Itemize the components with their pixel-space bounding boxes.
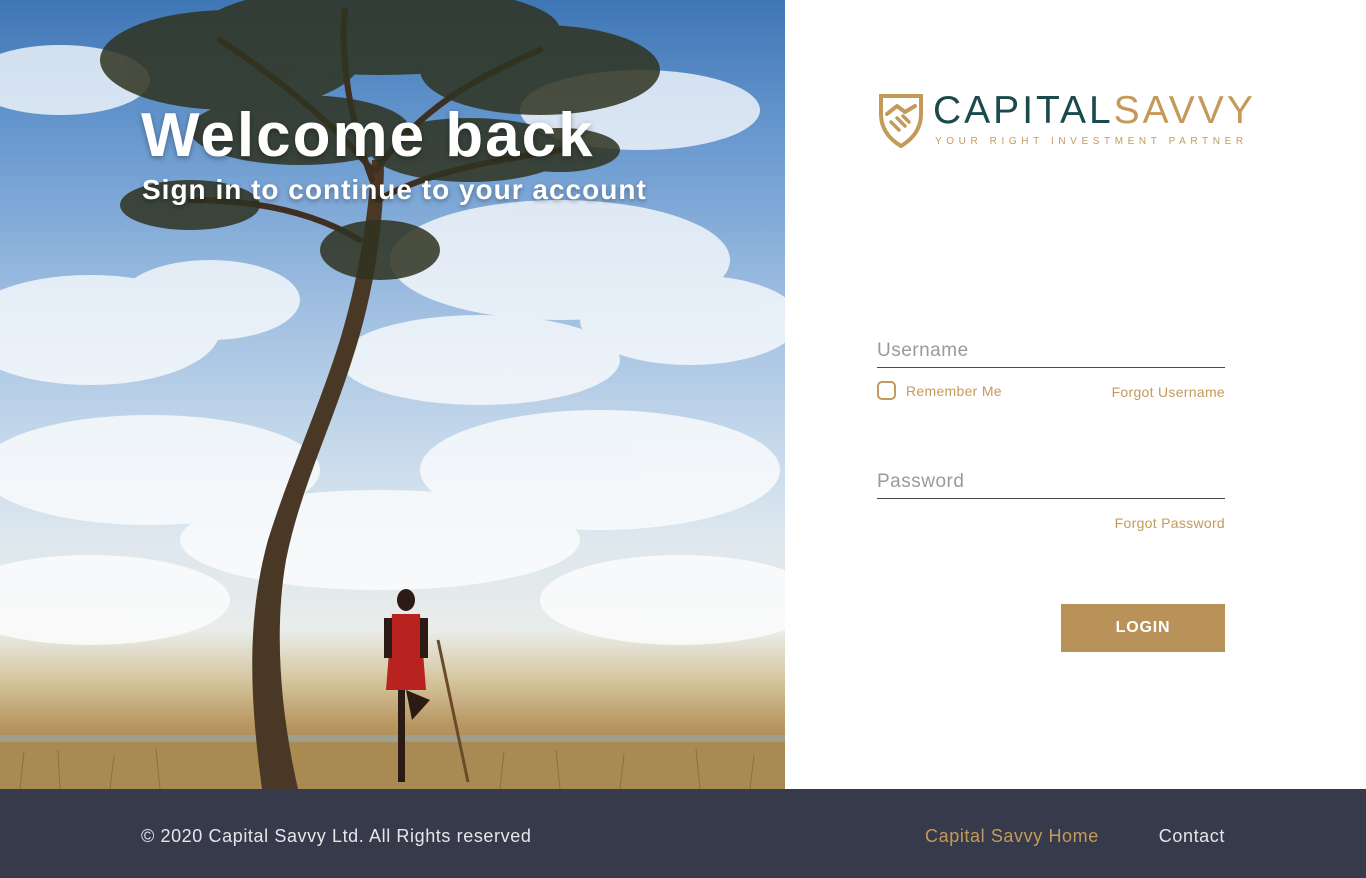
remember-me-checkbox[interactable] <box>877 381 896 400</box>
brand-name: CAPITALSAVVY <box>933 90 1256 132</box>
password-input[interactable] <box>877 459 1225 498</box>
brand-name-capital: CAPITAL <box>933 89 1114 132</box>
brand-name-savvy: SAVVY <box>1113 89 1256 132</box>
login-panel: CAPITALSAVVY YOUR RIGHT INVESTMENT PARTN… <box>785 0 1366 789</box>
password-field-container <box>877 459 1225 499</box>
welcome-heading: Welcome back <box>141 101 595 170</box>
hero-image: Welcome back Sign in to continue to your… <box>0 0 785 789</box>
username-field-container <box>877 328 1225 368</box>
brand-logo: CAPITALSAVVY YOUR RIGHT INVESTMENT PARTN… <box>877 90 1253 150</box>
forgot-username-link[interactable]: Forgot Username <box>1112 384 1225 400</box>
login-button[interactable]: LOGIN <box>1061 604 1225 652</box>
welcome-subtitle: Sign in to continue to your account <box>142 174 647 205</box>
remember-me-label: Remember Me <box>906 382 1002 399</box>
remember-me-toggle[interactable]: Remember Me <box>877 381 1002 400</box>
login-page: Welcome back Sign in to continue to your… <box>0 0 1366 878</box>
footer-link-home[interactable]: Capital Savvy Home <box>925 826 1099 847</box>
handshake-shield-icon <box>879 94 923 148</box>
copyright-text: © 2020 Capital Savvy Ltd. All Rights res… <box>141 826 532 846</box>
footer: © 2020 Capital Savvy Ltd. All Rights res… <box>0 789 1366 878</box>
forgot-password-link[interactable]: Forgot Password <box>1115 515 1225 531</box>
username-input[interactable] <box>877 328 1225 367</box>
brand-tagline: YOUR RIGHT INVESTMENT PARTNER <box>935 136 1248 147</box>
footer-link-contact[interactable]: Contact <box>1159 826 1225 847</box>
